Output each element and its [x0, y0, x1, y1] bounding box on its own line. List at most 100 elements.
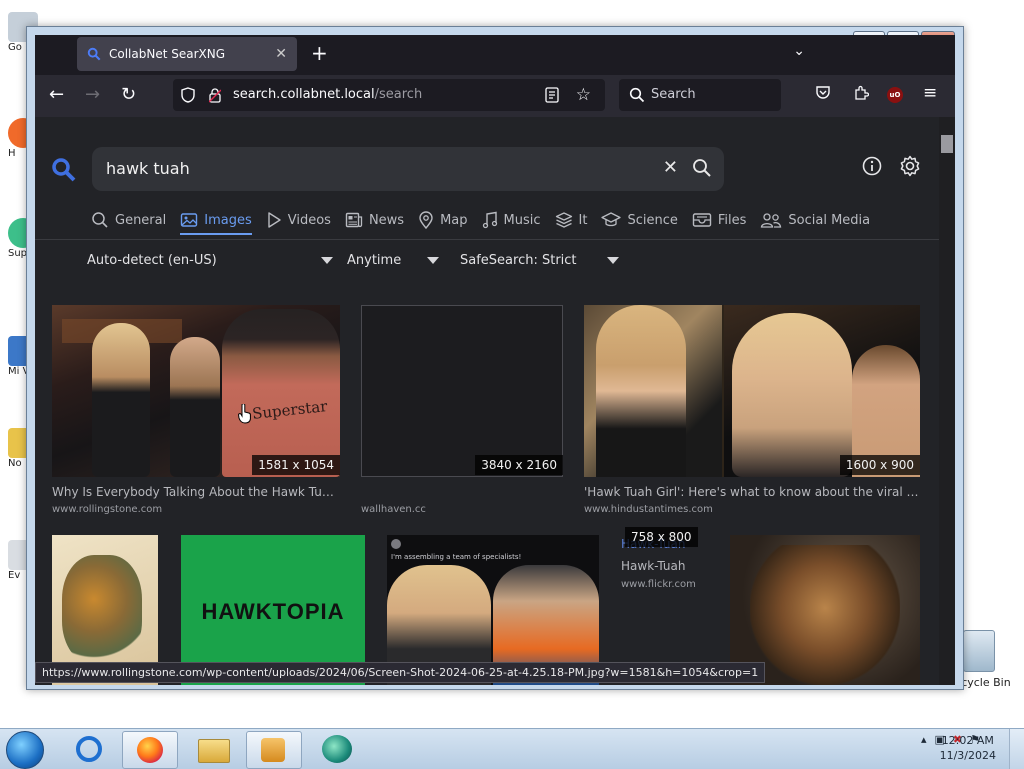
tab-map[interactable]: Map [418, 207, 468, 235]
search-submit-icon[interactable] [692, 158, 712, 178]
time-range-value: Anytime [347, 253, 402, 268]
tab-title: CollabNet SearXNG [109, 47, 226, 61]
searxng-logo-icon[interactable] [51, 157, 77, 183]
image-icon [181, 213, 198, 227]
result-thumbnail[interactable]: Superstar [52, 305, 340, 477]
image-result[interactable]: Hawk-Tuah 758 x 800 Hawk-Tuah www.flickr… [621, 527, 731, 607]
tab-close-icon[interactable]: ✕ [275, 46, 287, 62]
taskbar-media-player[interactable] [246, 731, 302, 769]
result-url: www.hindustantimes.com [584, 504, 713, 515]
internet-explorer-icon [76, 736, 102, 762]
bookmark-star-icon[interactable]: ☆ [576, 85, 591, 105]
page-scrollbar[interactable] [939, 117, 955, 685]
browser-search-box[interactable]: Search [619, 79, 781, 111]
result-title[interactable]: Why Is Everybody Talking About the Hawk … [52, 485, 340, 499]
taskbar-file-explorer[interactable] [186, 731, 240, 767]
search-icon [629, 87, 645, 103]
forward-button[interactable]: → [85, 85, 100, 105]
searxng-favicon-icon [87, 47, 101, 61]
browser-search-placeholder: Search [651, 87, 696, 102]
newspaper-icon [345, 212, 363, 228]
show-hidden-icons-chevron-icon[interactable]: ▴ [921, 733, 927, 746]
layers-icon [555, 212, 572, 228]
image-result[interactable]: Superstar 1581 x 1054 Why Is Everybody T… [52, 305, 340, 515]
tab-it[interactable]: It [555, 207, 588, 235]
tab-videos[interactable]: Videos [266, 207, 331, 235]
searxng-page: hawk tuah ✕ General Images Videos News M… [35, 117, 939, 685]
tab-social-media[interactable]: Social Media [760, 207, 870, 235]
tracking-shield-icon[interactable] [181, 87, 195, 103]
url-text: search.collabnet.local/search [233, 87, 422, 102]
hawk-warrior-illustration [750, 545, 900, 685]
category-divider [35, 239, 939, 240]
settings-gear-icon[interactable] [899, 155, 921, 177]
search-query-box[interactable]: hawk tuah ✕ [92, 147, 724, 191]
tab-music[interactable]: Music [482, 207, 541, 235]
taskbar: ▴ ▣ ✖ ⚑ 12:02 AM 11/3/2024 [0, 728, 1024, 769]
tab-label: General [115, 212, 167, 228]
result-thumbnail[interactable] [584, 305, 920, 477]
tab-searxng[interactable]: CollabNet SearXNG ✕ [77, 37, 297, 71]
safesearch-select[interactable]: SafeSearch: Strict [460, 253, 619, 268]
list-tabs-chevron-icon[interactable]: ⌄ [793, 43, 805, 59]
tab-files[interactable]: Files [692, 207, 747, 235]
tab-images[interactable]: Images [180, 207, 252, 235]
result-title[interactable]: Hawk-Tuah [621, 559, 731, 573]
search-query-text[interactable]: hawk tuah [106, 159, 190, 178]
extensions-puzzle-icon[interactable] [853, 85, 869, 101]
app-menu-hamburger-icon[interactable]: ≡ [923, 83, 937, 103]
image-dimensions: 3840 x 2160 [475, 455, 563, 475]
category-tabs: General Images Videos News Map Music It … [91, 207, 884, 235]
new-tab-button[interactable]: + [311, 43, 328, 63]
hawktopia-wordmark: HAWKTOPIA [201, 599, 345, 624]
tab-label: Videos [287, 212, 331, 228]
tab-label: Files [717, 212, 747, 228]
tab-label: News [368, 212, 405, 228]
language-select-value: Auto-detect (en-US) [87, 253, 217, 268]
play-icon [268, 212, 281, 228]
pocket-icon[interactable] [815, 85, 831, 101]
scrollbar-thumb[interactable] [941, 135, 953, 153]
language-select[interactable]: Auto-detect (en-US) [87, 253, 333, 268]
map-pin-icon [419, 211, 433, 229]
address-bar[interactable]: search.collabnet.local/search ☆ [173, 79, 605, 111]
reader-view-icon[interactable] [545, 87, 559, 103]
media-player-icon [261, 738, 285, 762]
result-thumbnail[interactable] [361, 305, 563, 477]
clear-search-icon[interactable]: ✕ [663, 157, 678, 178]
result-title[interactable]: 'Hawk Tuah Girl': Here's what to know ab… [584, 485, 920, 499]
firefox-icon [137, 737, 163, 763]
url-host: search.collabnet.local [233, 87, 375, 102]
hand-cursor-icon [238, 404, 251, 424]
tab-science[interactable]: Science [601, 207, 678, 235]
browser-window: — □ ✕ CollabNet SearXNG ✕ + ⌄ ← → ↻ [26, 26, 964, 690]
system-clock[interactable]: 12:02 AM 11/3/2024 [940, 733, 996, 763]
lock-warning-icon[interactable] [209, 87, 221, 103]
link-status-bar: https://www.rollingstone.com/wp-content/… [35, 662, 766, 683]
image-dimensions: 1581 x 1054 [252, 455, 340, 475]
result-url: wallhaven.cc [361, 504, 426, 515]
tab-label: It [578, 212, 588, 228]
image-result[interactable]: 1600 x 900 'Hawk Tuah Girl': Here's what… [584, 305, 920, 515]
image-result[interactable]: 3840 x 2160 wallhaven.cc [361, 305, 563, 515]
tab-general[interactable]: General [91, 207, 166, 235]
result-url: www.rollingstone.com [52, 504, 163, 515]
ublock-origin-icon[interactable]: uO [887, 87, 903, 103]
show-desktop-button[interactable] [1009, 729, 1024, 769]
search-icon [92, 212, 108, 228]
tab-label: Map [440, 212, 468, 228]
start-button[interactable] [6, 731, 44, 769]
taskbar-internet-explorer[interactable] [62, 731, 116, 767]
taskbar-firefox[interactable] [122, 731, 178, 769]
chevron-down-icon [606, 257, 619, 264]
chevron-down-icon [320, 257, 333, 264]
back-button[interactable]: ← [49, 85, 64, 105]
person-figure [222, 309, 340, 477]
tab-label: Science [627, 212, 678, 228]
tab-news[interactable]: News [345, 207, 404, 235]
time-range-select[interactable]: Anytime [347, 253, 440, 268]
info-icon[interactable] [862, 156, 882, 176]
url-path: /search [374, 87, 423, 102]
taskbar-app[interactable] [310, 731, 364, 767]
reload-button[interactable]: ↻ [121, 85, 136, 105]
